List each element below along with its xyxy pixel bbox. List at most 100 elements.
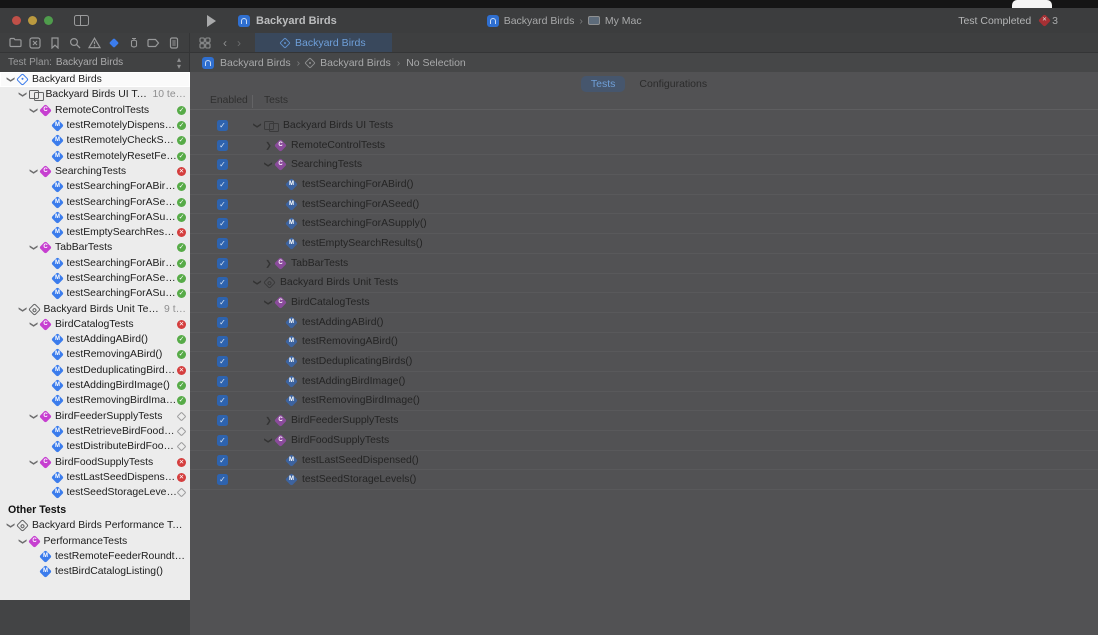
test-table-row[interactable]: ✓ ❯ C RemoteControlTests <box>190 136 1098 156</box>
test-navigator-row[interactable]: ❯ C PerformanceTests <box>0 534 190 549</box>
test-navigator-row[interactable]: MtestDistributeBirdFoo… <box>0 439 190 454</box>
test-navigator-row[interactable]: ❯ C BirdFoodSupplyTests ✕ <box>0 454 190 469</box>
chevron-down-icon[interactable]: ❯ <box>18 536 27 546</box>
test-table-row[interactable]: ✓ MtestSeedStorageLevels() <box>190 470 1098 491</box>
test-navigator-row[interactable]: MtestSearchingForASee… ✓ <box>0 271 190 286</box>
test-navigator-row[interactable]: MtestRemotelyCheckSu… ✓ <box>0 133 190 148</box>
enabled-checkbox[interactable]: ✓ <box>217 434 228 446</box>
test-navigator-row[interactable]: ❯ C SearchingTests ✕ <box>0 164 190 179</box>
test-navigator-row[interactable]: MtestRemoteFeederRoundtri… <box>0 549 190 564</box>
stepper-icon[interactable]: ▴ ▾ <box>177 55 181 70</box>
enabled-checkbox[interactable]: ✓ <box>217 375 228 387</box>
chevron-down-icon[interactable]: ❯ <box>7 521 16 531</box>
find-navigator-icon[interactable] <box>68 36 81 49</box>
enabled-checkbox[interactable]: ✓ <box>217 178 228 190</box>
chevron-right-icon[interactable]: ❯ <box>263 141 274 150</box>
chevron-down-icon[interactable]: ❯ <box>30 166 39 176</box>
test-navigator-row[interactable]: ❯ Backyard Birds <box>0 72 190 88</box>
enabled-checkbox[interactable]: ✓ <box>217 139 228 151</box>
run-button[interactable] <box>207 14 216 27</box>
test-navigator-row[interactable]: MtestRetrieveBirdFoodA… <box>0 424 190 439</box>
issue-navigator-icon[interactable] <box>88 36 101 49</box>
debug-navigator-icon[interactable] <box>128 36 141 49</box>
test-table-row[interactable]: ✓ ❯ Backyard Birds Unit Tests <box>190 274 1098 294</box>
source-control-navigator-icon[interactable] <box>29 36 42 49</box>
chevron-down-icon[interactable]: ❯ <box>18 90 27 100</box>
enabled-checkbox[interactable]: ✓ <box>217 356 228 368</box>
enabled-checkbox[interactable]: ✓ <box>217 218 228 230</box>
chevron-down-icon[interactable]: ❯ <box>30 319 39 329</box>
test-table-row[interactable]: ✓ MtestAddingABird() <box>190 313 1098 333</box>
chevron-down-icon[interactable]: ❯ <box>18 304 27 314</box>
test-table-row[interactable]: ✓ MtestSearchingForASeed() <box>190 195 1098 215</box>
chevron-down-icon[interactable]: ❯ <box>253 277 262 288</box>
test-navigator-icon[interactable] <box>108 36 121 49</box>
enabled-checkbox[interactable]: ✓ <box>217 336 228 348</box>
test-failure-badge[interactable]: 3 <box>1038 14 1058 27</box>
test-table-row[interactable]: ✓ ❯ Backyard Birds UI Tests <box>190 116 1098 136</box>
forward-chevron-icon[interactable]: › <box>237 36 241 50</box>
test-navigator-row[interactable]: MtestSearchingForASup… ✓ <box>0 286 190 301</box>
enabled-checkbox[interactable]: ✓ <box>217 159 228 171</box>
chevron-down-icon[interactable]: ❯ <box>30 411 39 421</box>
test-plan-value[interactable]: Backyard Birds <box>56 57 123 68</box>
enabled-checkbox[interactable]: ✓ <box>217 395 228 407</box>
test-table-row[interactable]: ✓ MtestSearchingForABird() <box>190 175 1098 195</box>
scheme-name[interactable]: Backyard Birds <box>504 15 575 27</box>
enabled-checkbox[interactable]: ✓ <box>217 316 228 328</box>
chevron-down-icon[interactable]: ❯ <box>30 105 39 115</box>
test-navigator-row[interactable]: ❯ Backyard Birds Performance Te… <box>0 518 190 533</box>
test-navigator-row[interactable]: ❯ C BirdFeederSupplyTests <box>0 409 190 424</box>
scheme-selector[interactable]: Backyard Birds › My Mac <box>486 14 642 27</box>
test-table-row[interactable]: ✓ MtestSearchingForASupply() <box>190 214 1098 235</box>
test-navigator-row[interactable]: MtestAddingBirdImage() ✓ <box>0 378 190 393</box>
enabled-checkbox[interactable]: ✓ <box>217 237 228 249</box>
enabled-checkbox[interactable]: ✓ <box>217 198 228 210</box>
close-window-button[interactable] <box>12 16 21 25</box>
toggle-navigator-icon[interactable] <box>74 15 89 26</box>
tab-backyard-birds[interactable]: Backyard Birds <box>255 33 392 52</box>
chevron-right-icon[interactable]: ❯ <box>263 416 274 425</box>
test-table-row[interactable]: ✓ MtestEmptySearchResults() <box>190 234 1098 254</box>
test-table-row[interactable]: ✓ MtestRemovingBirdImage() <box>190 392 1098 412</box>
test-table-row[interactable]: ✓ MtestRemovingABird() <box>190 333 1098 353</box>
enabled-checkbox[interactable]: ✓ <box>217 454 228 466</box>
zoom-window-button[interactable] <box>44 16 53 25</box>
chevron-down-icon[interactable]: ❯ <box>264 159 273 170</box>
chevron-down-icon[interactable]: ❯ <box>30 243 39 253</box>
enabled-checkbox[interactable]: ✓ <box>217 474 228 486</box>
test-navigator-row[interactable]: ❯ Backyard Birds UI Tests 10 te… <box>0 87 190 102</box>
project-navigator-icon[interactable] <box>9 36 22 49</box>
enabled-checkbox[interactable]: ✓ <box>217 415 228 427</box>
test-table-row[interactable]: ✓ MtestLastSeedDispensed() <box>190 451 1098 471</box>
minimize-window-button[interactable] <box>28 16 37 25</box>
test-navigator-row[interactable]: MtestRemovingBirdImag… ✓ <box>0 393 190 408</box>
test-navigator-row[interactable]: MtestLastSeedDispense… ✕ <box>0 470 190 485</box>
test-navigator-row[interactable]: MtestSearchingForABird() ✓ <box>0 256 190 271</box>
enabled-checkbox[interactable]: ✓ <box>217 277 228 289</box>
chevron-down-icon[interactable]: ❯ <box>7 75 16 85</box>
breakpoint-navigator-icon[interactable] <box>147 36 160 49</box>
test-navigator-row[interactable]: MtestRemovingABird() ✓ <box>0 347 190 362</box>
test-navigator-row[interactable]: ❯ C BirdCatalogTests ✕ <box>0 317 190 332</box>
back-chevron-icon[interactable]: ‹ <box>223 36 227 50</box>
test-table-row[interactable]: ✓ MtestAddingBirdImage() <box>190 372 1098 392</box>
run-destination[interactable]: My Mac <box>605 15 642 27</box>
bookmark-navigator-icon[interactable] <box>49 36 62 49</box>
test-navigator-row[interactable]: MtestSearchingForASup… ✓ <box>0 210 190 225</box>
test-navigator-row[interactable]: MtestRemotelyDispense… ✓ <box>0 118 190 133</box>
chevron-right-icon[interactable]: ❯ <box>263 259 274 268</box>
test-navigator-row[interactable]: ❯ C TabBarTests ✓ <box>0 240 190 255</box>
chevron-down-icon[interactable]: ❯ <box>253 120 262 131</box>
segment-tests[interactable]: Tests <box>580 76 626 92</box>
test-table-row[interactable]: ✓ MtestDeduplicatingBirds() <box>190 352 1098 372</box>
test-navigator-row[interactable]: MtestEmptySearchResu… ✕ <box>0 225 190 240</box>
enabled-checkbox[interactable]: ✓ <box>217 119 228 131</box>
test-navigator-row[interactable]: MtestSeedStorageLevel… <box>0 485 190 500</box>
chevron-down-icon[interactable]: ❯ <box>264 297 273 308</box>
related-items-icon[interactable] <box>198 36 211 49</box>
enabled-checkbox[interactable]: ✓ <box>217 257 228 269</box>
enabled-checkbox[interactable]: ✓ <box>217 297 228 309</box>
test-table-row[interactable]: ✓ ❯ C TabBarTests <box>190 254 1098 274</box>
test-navigator-row[interactable]: ❯ C RemoteControlTests ✓ <box>0 103 190 118</box>
